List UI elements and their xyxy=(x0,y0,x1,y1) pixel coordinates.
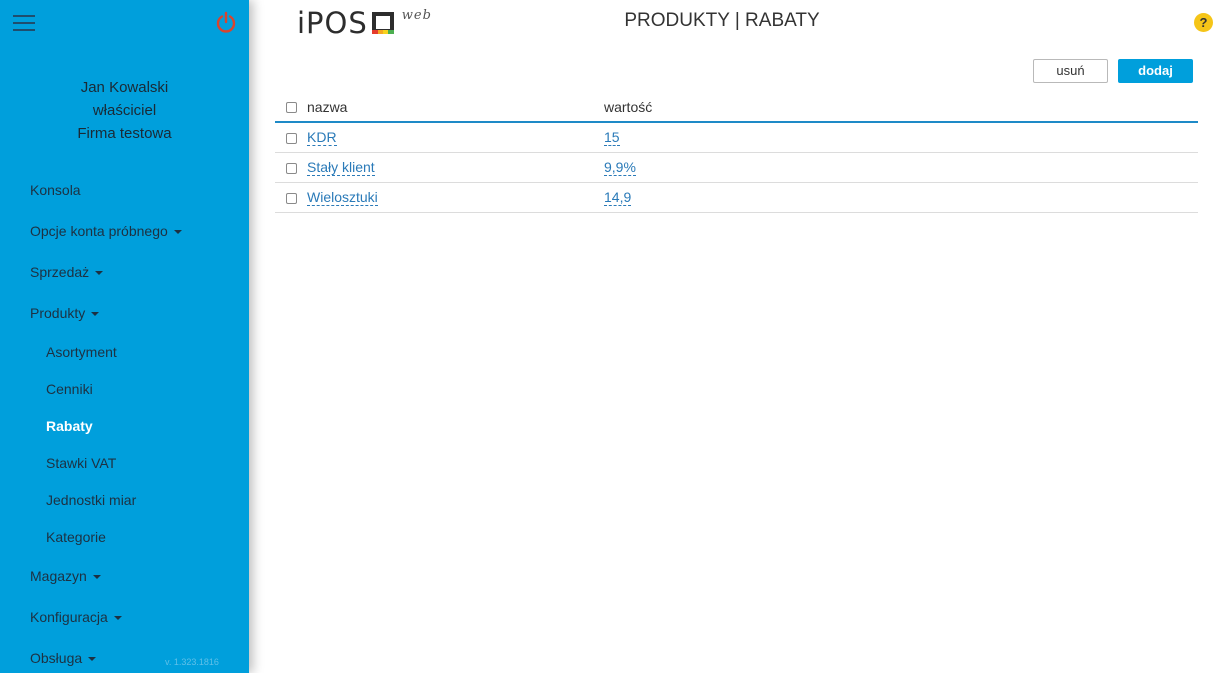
nav-sub-cenniki[interactable]: Cenniki xyxy=(46,381,93,397)
logo-web-label: web xyxy=(401,8,432,23)
caret-down-icon xyxy=(173,230,182,235)
discounts-table: nazwa wartość KDR 15 Stały klient 9,9% W… xyxy=(275,92,1198,213)
nav-item-magazyn[interactable]: Magazyn xyxy=(30,568,101,584)
column-header-value[interactable]: wartość xyxy=(604,99,652,115)
delete-button[interactable]: usuń xyxy=(1033,59,1108,83)
nav-sub-vat[interactable]: Stawki VAT xyxy=(46,455,116,471)
sidebar: Jan Kowalski właściciel Firma testowa Ko… xyxy=(0,0,249,673)
nav-sub-asortyment[interactable]: Asortyment xyxy=(46,344,117,360)
row-value-link[interactable]: 15 xyxy=(604,129,620,146)
add-button[interactable]: dodaj xyxy=(1118,59,1193,83)
logo: iPOS web xyxy=(297,6,432,40)
row-name-link[interactable]: KDR xyxy=(307,129,337,146)
nav-item-label: Obsługa xyxy=(30,650,83,666)
nav-item-produkty[interactable]: Produkty xyxy=(30,305,100,321)
nav-item-label: Produkty xyxy=(30,305,86,321)
row-name-link[interactable]: Stały klient xyxy=(307,159,375,176)
row-name-link[interactable]: Wielosztuki xyxy=(307,189,378,206)
caret-down-icon xyxy=(88,657,97,662)
nav-item-obsluga[interactable]: Obsługa xyxy=(30,650,97,666)
row-checkbox[interactable] xyxy=(286,163,297,174)
column-header-name[interactable]: nazwa xyxy=(307,99,347,115)
caret-down-icon xyxy=(113,616,122,621)
logo-square-icon xyxy=(371,12,394,34)
caret-down-icon xyxy=(95,271,104,276)
table-header: nazwa wartość xyxy=(275,92,1198,123)
user-name: Jan Kowalski xyxy=(80,79,169,96)
nav-item-konfiguracja[interactable]: Konfiguracja xyxy=(30,609,122,625)
nav-item-sprzedaz[interactable]: Sprzedaż xyxy=(30,264,104,280)
nav-item-label: Magazyn xyxy=(30,568,87,584)
nav-sub-kategorie[interactable]: Kategorie xyxy=(46,529,106,545)
user-info: Jan Kowalski właściciel Firma testowa xyxy=(0,76,249,145)
caret-down-icon xyxy=(91,312,100,317)
power-icon[interactable] xyxy=(215,11,237,33)
version-label: v. 1.323.1816 xyxy=(165,657,219,667)
nav-sub-jednostki[interactable]: Jednostki miar xyxy=(46,492,136,508)
user-role: właściciel xyxy=(92,102,157,119)
nav-item-label: Konfiguracja xyxy=(30,609,108,625)
page-title: PRODUKTY | RABATY xyxy=(624,10,820,31)
table-row: KDR 15 xyxy=(275,123,1198,153)
nav-item-konsola[interactable]: Konsola xyxy=(30,182,81,198)
table-row: Wielosztuki 14,9 xyxy=(275,183,1198,213)
menu-icon[interactable] xyxy=(13,15,35,31)
row-checkbox[interactable] xyxy=(286,193,297,204)
row-checkbox[interactable] xyxy=(286,133,297,144)
nav-item-label: Konsola xyxy=(30,182,81,198)
table-row: Stały klient 9,9% xyxy=(275,153,1198,183)
nav-sub-rabaty[interactable]: Rabaty xyxy=(46,418,93,434)
row-value-link[interactable]: 14,9 xyxy=(604,189,632,206)
user-company: Firma testowa xyxy=(77,125,172,142)
help-icon[interactable]: ? xyxy=(1194,13,1213,32)
logo-text: iPOS xyxy=(297,6,368,40)
row-value-link[interactable]: 9,9% xyxy=(604,159,636,176)
nav-item-trial[interactable]: Opcje konta próbnego xyxy=(30,223,182,239)
caret-down-icon xyxy=(92,575,101,580)
select-all-checkbox[interactable] xyxy=(286,102,297,113)
nav-item-label: Opcje konta próbnego xyxy=(30,223,168,239)
nav-item-label: Sprzedaż xyxy=(30,264,90,280)
